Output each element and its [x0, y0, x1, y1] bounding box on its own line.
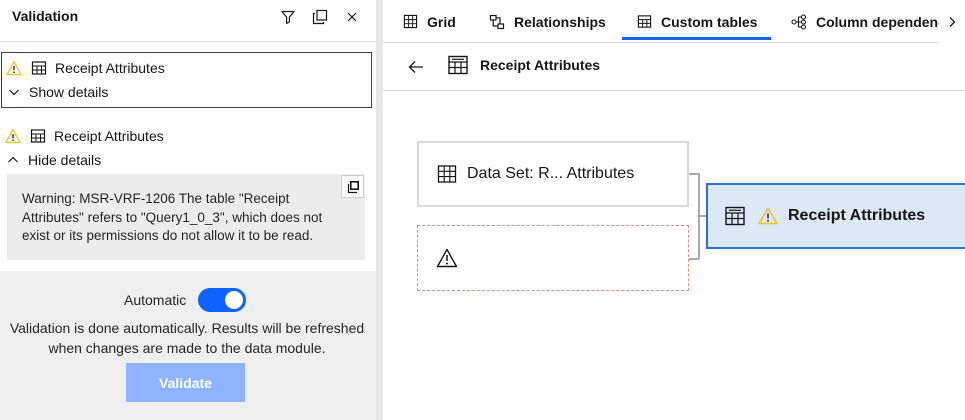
editor-area: Grid Relationships Custom tables Column …: [383, 0, 965, 420]
tab-label: Grid: [427, 13, 456, 30]
custom-table-icon: [637, 15, 652, 28]
hide-details-toggle[interactable]: Hide details: [7, 150, 101, 170]
warning-icon: [5, 128, 21, 144]
copy-icon: [312, 9, 328, 25]
tab-column-dependencies[interactable]: Column dependenc: [791, 0, 946, 43]
panel-splitter[interactable]: [376, 0, 383, 420]
tab-custom-tables[interactable]: Custom tables: [622, 0, 771, 43]
view-tabs: Grid Relationships Custom tables Column …: [383, 0, 965, 43]
target-node-label: Receipt Attributes: [788, 207, 926, 224]
toggle-knob: [225, 291, 244, 309]
active-tab-indicator: [622, 37, 771, 40]
table-title: Receipt Attributes: [480, 57, 601, 73]
warning-icon: [6, 60, 22, 76]
validation-item-name: Receipt Attributes: [55, 60, 165, 76]
validation-item-name: Receipt Attributes: [54, 128, 164, 144]
chevron-down-icon: [9, 89, 19, 96]
chevron-right-icon: [949, 16, 956, 27]
custom-table-icon: [725, 206, 745, 226]
close-button[interactable]: [341, 6, 363, 28]
message-line: Warning: MSR-VRF-1206 The table "Receipt: [22, 191, 290, 206]
validation-footer: Automatic Validation is done automatical…: [0, 271, 376, 420]
source-node-label: Data Set: R... Attributes: [467, 165, 635, 182]
column-dependency-icon: [791, 13, 807, 30]
copy-message-button[interactable]: [341, 175, 364, 198]
tab-grid[interactable]: Grid: [403, 0, 456, 43]
automatic-label: Automatic: [124, 292, 187, 308]
back-button[interactable]: [405, 57, 427, 77]
validation-item-header[interactable]: Receipt Attributes: [6, 58, 165, 78]
custom-table-icon: [30, 129, 46, 143]
table-icon: [437, 165, 457, 183]
source-node[interactable]: Data Set: R... Attributes: [417, 141, 689, 207]
filter-icon: [281, 10, 295, 24]
arrow-left-icon: [408, 61, 423, 73]
details-toggle-label: Hide details: [28, 152, 102, 168]
validation-message: Warning: MSR-VRF-1206 The table "Receipt…: [7, 174, 365, 260]
custom-table-icon: [448, 55, 468, 75]
custom-table-icon: [31, 61, 47, 75]
relationships-icon: [489, 14, 505, 29]
tab-label: Custom tables: [661, 13, 758, 30]
tab-relationships[interactable]: Relationships: [489, 0, 606, 43]
automatic-description: Validation is done automatically. Result…: [4, 319, 370, 358]
validate-button[interactable]: Validate: [126, 363, 245, 402]
description-line: when changes are made to the data module…: [48, 339, 326, 356]
validation-panel: Validation Receipt Attributes Show detai…: [0, 0, 376, 420]
table-subheader: Receipt Attributes: [383, 43, 965, 91]
warning-icon: [436, 248, 458, 268]
show-details-toggle[interactable]: Show details: [8, 82, 108, 102]
message-line: Attributes" refers to "Query1_0_3", whic…: [22, 209, 323, 225]
target-node[interactable]: Receipt Attributes: [706, 183, 965, 249]
description-line: Validation is done automatically. Result…: [9, 320, 365, 336]
automatic-row: Automatic: [124, 288, 247, 312]
automatic-toggle[interactable]: [198, 288, 247, 312]
missing-source-node[interactable]: [417, 225, 689, 291]
tab-label: Column dependenc: [816, 13, 946, 30]
details-toggle-label: Show details: [29, 84, 109, 100]
filter-button[interactable]: [277, 6, 299, 28]
validation-item[interactable]: Receipt Attributes Show details: [1, 52, 372, 108]
chevron-up-icon: [8, 156, 18, 163]
copy-icon: [347, 180, 359, 193]
warning-icon: [758, 207, 778, 225]
header-divider: [0, 41, 376, 42]
tab-label: Relationships: [514, 13, 606, 30]
validation-message-text: Warning: MSR-VRF-1206 The table "Receipt…: [22, 190, 358, 246]
grid-icon: [403, 14, 418, 29]
message-line: exist or its permissions do not allow it…: [22, 228, 314, 243]
validation-item-header[interactable]: Receipt Attributes: [5, 126, 164, 146]
close-icon: [347, 12, 357, 22]
copy-all-button[interactable]: [309, 6, 331, 28]
validation-item: Receipt Attributes Hide details Warning:…: [0, 120, 376, 270]
panel-header: Validation: [0, 0, 376, 38]
tabs-scroll-right-button[interactable]: [939, 0, 965, 43]
panel-title: Validation: [12, 8, 79, 24]
